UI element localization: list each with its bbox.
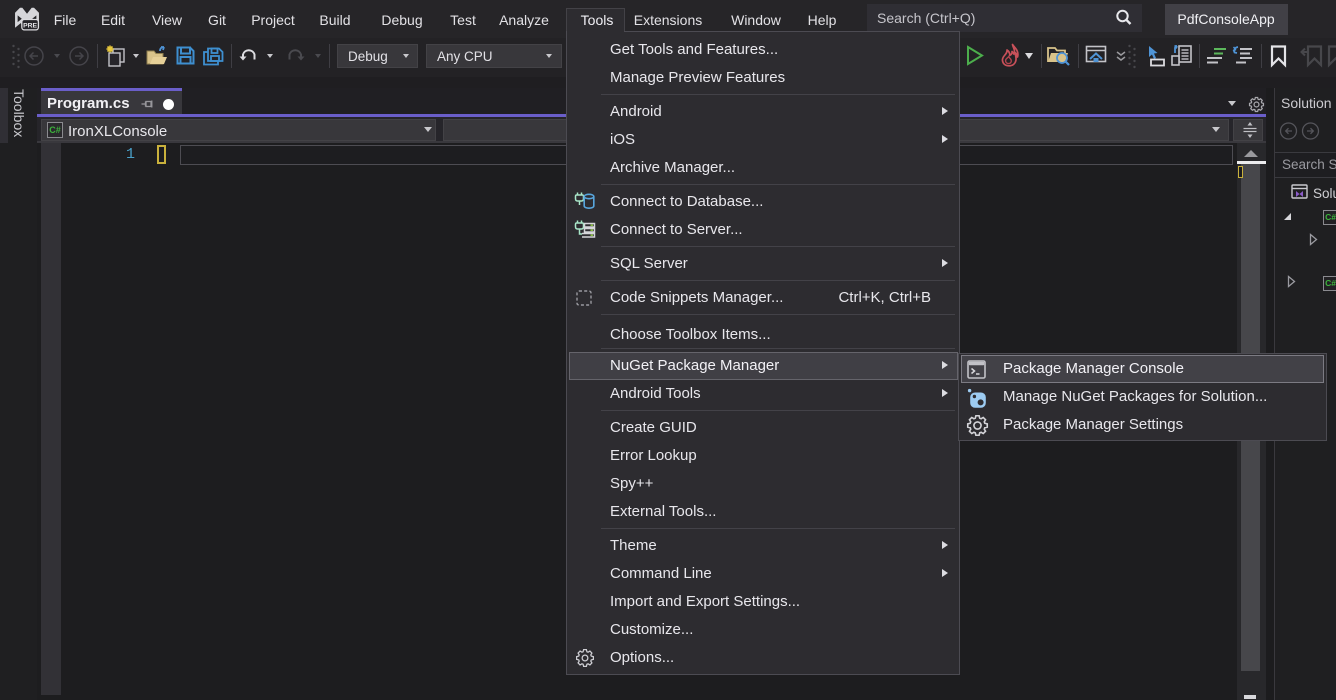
svg-text:PRE: PRE — [23, 22, 37, 29]
